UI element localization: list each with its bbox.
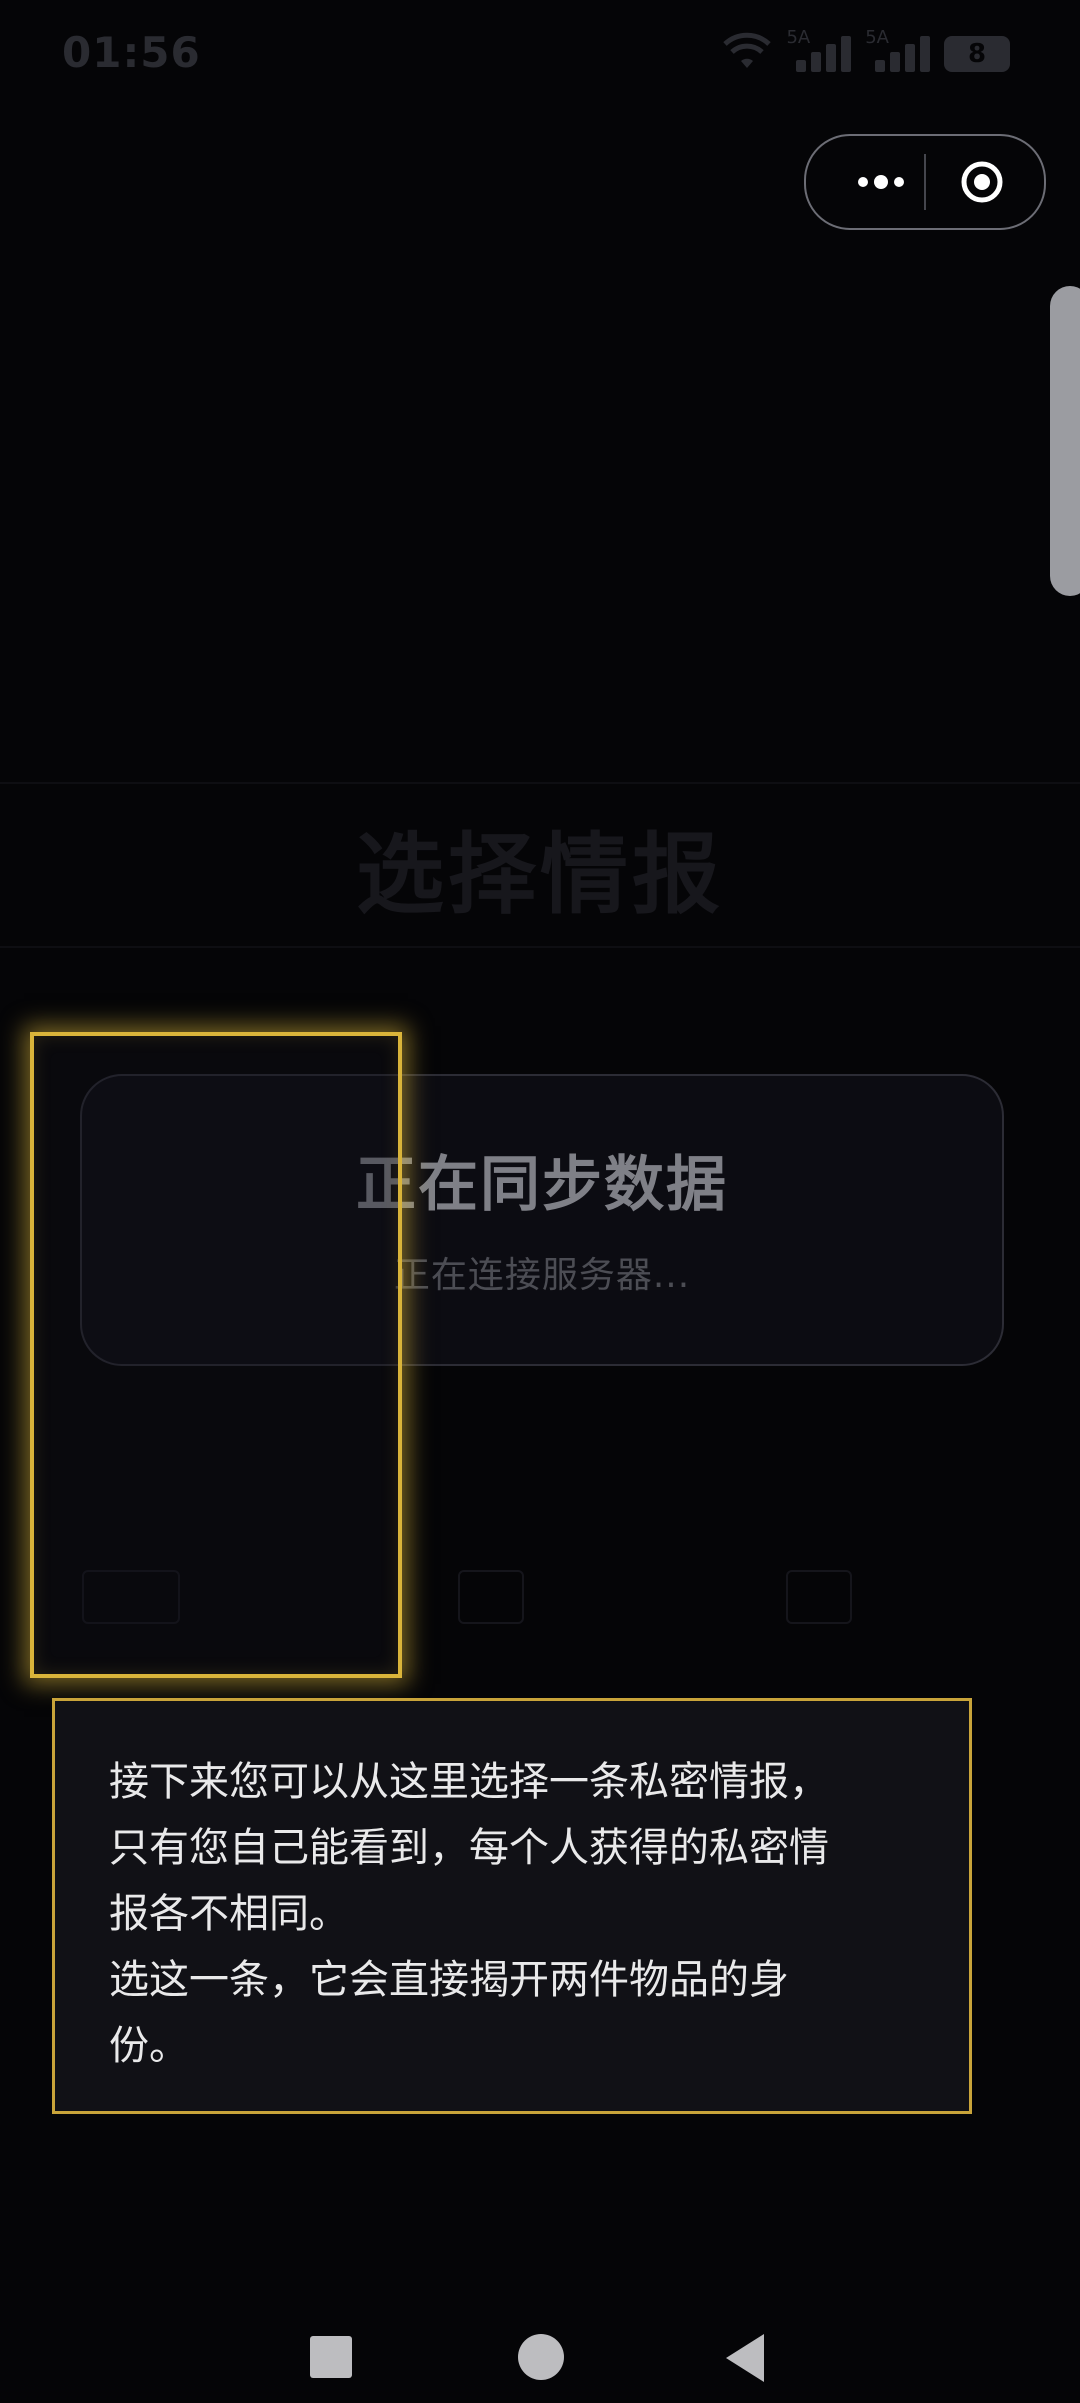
tooltip-line: 选这一条，它会直接揭开两件物品的身: [109, 1957, 789, 2003]
background-chip: [786, 1570, 852, 1624]
target-close-icon[interactable]: [960, 160, 1004, 204]
tooltip-line: 报各不相同。: [109, 1891, 349, 1937]
tooltip-text: 接下来您可以从这里选择一条私密情报， 只有您自己能看到，每个人获得的私密情 报各…: [109, 1749, 929, 2079]
network-label-1: 5A: [786, 27, 811, 48]
network-label-2: 5A: [865, 27, 889, 48]
battery-icon: 8: [944, 36, 1010, 72]
background-page-title: 选择情报: [355, 823, 724, 926]
background-divider-top: [0, 782, 1080, 784]
tooltip-line: 接下来您可以从这里选择一条私密情报，: [109, 1759, 829, 1805]
tooltip-line: 只有您自己能看到，每个人获得的私密情: [109, 1825, 829, 1871]
mini-program-capsule: [804, 134, 1046, 230]
wifi-icon: [723, 32, 772, 68]
background-divider-bottom: [0, 946, 1080, 948]
side-drawer-handle[interactable]: [1050, 286, 1080, 596]
capsule-divider: [924, 154, 926, 210]
triangle-back-icon[interactable]: [726, 2334, 764, 2382]
square-recents-icon[interactable]: [310, 2336, 352, 2378]
status-time: 01:56: [62, 28, 201, 77]
tutorial-highlight-frame[interactable]: [30, 1032, 402, 1678]
status-bar: 01:56 5A 5A 8: [0, 0, 1080, 110]
tutorial-tooltip: 接下来您可以从这里选择一条私密情报， 只有您自己能看到，每个人获得的私密情 报各…: [52, 1698, 972, 2114]
circle-home-icon[interactable]: [518, 2334, 564, 2380]
more-dots-icon[interactable]: [836, 162, 926, 202]
status-icons: 5A 5A 8: [722, 27, 1010, 72]
tooltip-line: 份。: [109, 2023, 189, 2069]
background-chip: [458, 1570, 524, 1624]
